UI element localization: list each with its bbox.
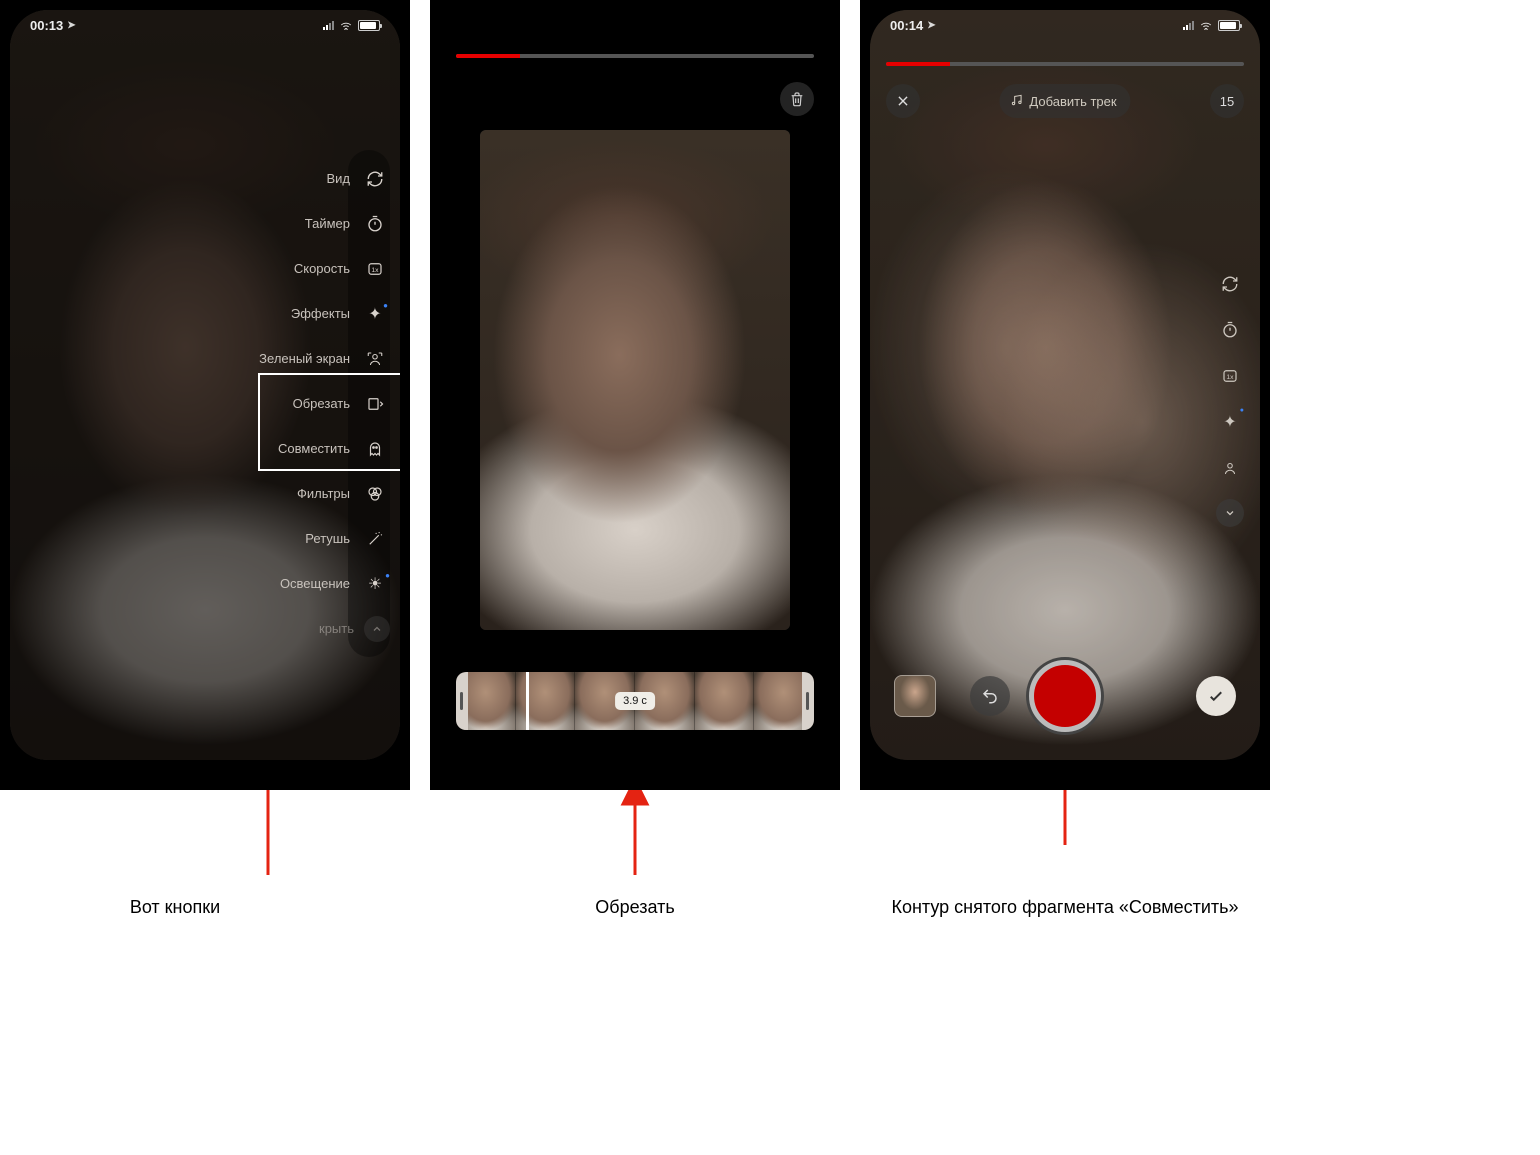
gallery-button[interactable] [894,675,936,717]
timer-icon [360,209,390,239]
caption: Контур снятого фрагмента «Совместить» [860,896,1270,919]
annotation-arrow [0,790,410,885]
trim-handle-right[interactable] [802,672,814,730]
screenshot-3: 00:14 ➤ [860,0,1270,790]
tool-label: Таймер [305,216,350,231]
video-preview [480,130,790,630]
tool-speed[interactable]: 1x [1210,357,1250,395]
signal-icon [323,20,334,30]
wifi-icon [1199,18,1213,33]
battery-icon [1218,20,1240,31]
close-button[interactable] [886,84,920,118]
svg-text:1x: 1x [371,267,379,274]
duration-badge[interactable]: 15 [1210,84,1244,118]
undo-button[interactable] [970,676,1010,716]
caption: Обрезать [430,896,840,919]
battery-icon [358,20,380,31]
filters-icon [360,479,390,509]
record-progress [886,62,1244,66]
tool-label: Ретушь [305,531,350,546]
tool-timer[interactable]: Таймер [230,201,390,246]
tool-rail: Вид Таймер Скорость 1x Эффекты ✦● [348,150,390,657]
annotation-arrow [430,790,840,885]
tool-label: Совместить [278,441,350,456]
confirm-button[interactable] [1196,676,1236,716]
status-bar: 00:14 ➤ [870,10,1260,40]
tool-timer[interactable] [1210,311,1250,349]
trim-timeline[interactable]: 3.9 с [456,672,814,730]
timeline-frame [695,672,755,730]
music-note-icon [1009,93,1023,110]
refresh-icon [360,164,390,194]
add-track-button[interactable]: Добавить трек [999,84,1130,118]
tool-green-screen[interactable] [1210,449,1250,487]
status-time: 00:13 [30,18,63,33]
speed-icon: 1x [360,254,390,284]
tool-view[interactable] [1210,265,1250,303]
tool-filters[interactable]: Фильтры [230,471,390,516]
tool-combine[interactable]: Совместить [230,426,390,471]
signal-icon [1183,20,1194,30]
tool-effects[interactable]: Эффекты ✦● [230,291,390,336]
sparkles-icon: ✦● [360,299,390,329]
tool-label: Освещение [280,576,350,591]
tool-label: Обрезать [293,396,350,411]
chevron-up-icon [364,616,390,642]
wifi-icon [339,18,353,33]
tool-speed[interactable]: Скорость 1x [230,246,390,291]
tool-label: Эффекты [291,306,350,321]
wand-icon [360,524,390,554]
sun-icon: ☀● [360,569,390,599]
status-bar: 00:13 ➤ [10,10,400,40]
status-time: 00:14 [890,18,923,33]
ghost-icon [360,434,390,464]
delete-button[interactable] [780,82,814,116]
tool-label: Фильтры [297,486,350,501]
annotation-arrow [860,790,1270,885]
green-screen-icon [360,344,390,374]
trim-handle-left[interactable] [456,672,468,730]
location-icon: ➤ [67,20,75,31]
record-progress [456,54,814,58]
record-button[interactable] [1029,660,1101,732]
location-icon: ➤ [927,20,935,31]
tool-effects[interactable]: ✦● [1210,403,1250,441]
screenshot-2: 3.9 с [430,0,840,790]
tool-label: Зеленый экран [259,351,350,366]
timeline-frame [516,672,576,730]
tool-label: Скорость [294,261,350,276]
tool-view[interactable]: Вид [230,156,390,201]
caption: Вот кнопки [0,896,410,919]
crop-icon [360,389,390,419]
trim-duration-badge: 3.9 с [615,692,655,710]
tool-retouch[interactable]: Ретушь [230,516,390,561]
tool-label: крыть [319,621,354,636]
tool-label: Вид [326,171,350,186]
tool-collapse[interactable]: крыть [230,606,390,651]
add-track-label: Добавить трек [1029,94,1116,109]
tool-rail-compact: 1x ✦● [1210,265,1250,527]
record-controls [870,656,1260,736]
tool-expand[interactable] [1216,499,1244,527]
tool-crop[interactable]: Обрезать [230,381,390,426]
tool-lighting[interactable]: Освещение ☀● [230,561,390,606]
screenshot-1: 00:13 ➤ Вид [0,0,410,790]
svg-text:1x: 1x [1226,374,1234,381]
tool-green-screen[interactable]: Зеленый экран [230,336,390,381]
playhead[interactable] [526,672,529,730]
